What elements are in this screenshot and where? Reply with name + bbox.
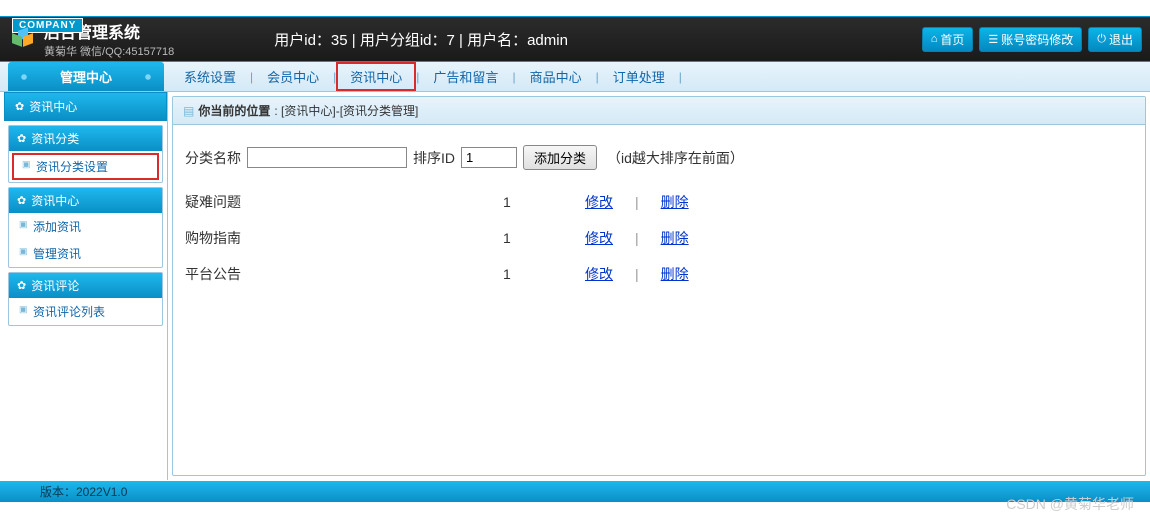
sidebar-section-info: ✿资讯中心 添加资讯 管理资讯 [8, 187, 163, 268]
sidebar-item-category-settings[interactable]: 资讯分类设置 [12, 153, 159, 180]
password-button[interactable]: ☰账号密码修改 [979, 27, 1082, 52]
nav-info-center[interactable]: 资讯中心 [336, 62, 416, 91]
watermark: CSDN @黄菊华老师 [1006, 494, 1134, 514]
sidebar-head-comments[interactable]: ✿资讯评论 [9, 273, 162, 298]
table-row: 购物指南 1 修改 | 删除 [173, 220, 1145, 256]
row-name: 购物指南 [185, 228, 503, 248]
logo-icon [12, 27, 36, 51]
row-sort: 1 [503, 194, 585, 210]
sidebar-top[interactable]: ✿资讯中心 [4, 92, 167, 121]
gear-icon: ✿ [17, 279, 26, 292]
nav-management-center[interactable]: 管理中心 [8, 62, 164, 91]
logout-button[interactable]: ⏻退出 [1088, 27, 1142, 52]
home-icon: ⌂ [931, 33, 938, 45]
table-row: 平台公告 1 修改 | 删除 [173, 256, 1145, 292]
delete-link[interactable]: 删除 [661, 264, 689, 284]
home-button[interactable]: ⌂首页 [922, 27, 974, 52]
sort-label: 排序ID [413, 148, 455, 168]
sidebar-head-info[interactable]: ✿资讯中心 [9, 188, 162, 213]
delete-link[interactable]: 删除 [661, 228, 689, 248]
sidebar: ✿资讯中心 ✿资讯分类 资讯分类设置 ✿资讯中心 添加资讯 管理资讯 ✿资讯评论… [4, 92, 168, 480]
main-content: ▤ 你当前的位置: [资讯中心]-[资讯分类管理] 分类名称 排序ID 添加分类… [168, 92, 1150, 480]
category-name-input[interactable] [247, 147, 407, 168]
sidebar-section-comments: ✿资讯评论 资讯评论列表 [8, 272, 163, 326]
sidebar-section-category: ✿资讯分类 资讯分类设置 [8, 125, 163, 183]
gear-icon: ✿ [15, 100, 24, 113]
nav-product-center[interactable]: 商品中心 [516, 67, 596, 86]
top-nav: 管理中心 系统设置| 会员中心| 资讯中心| 广告和留言| 商品中心| 订单处理… [0, 62, 1150, 92]
row-name: 疑难问题 [185, 192, 503, 212]
page-icon: ▤ [183, 104, 194, 118]
nav-member-center[interactable]: 会员中心 [253, 67, 333, 86]
nav-order-processing[interactable]: 订单处理 [599, 67, 679, 86]
list-icon: ☰ [988, 33, 998, 46]
edit-link[interactable]: 修改 [585, 264, 613, 284]
row-name: 平台公告 [185, 264, 503, 284]
sidebar-item-manage-info[interactable]: 管理资讯 [9, 240, 162, 267]
user-info: 用户id：35 | 用户分组id：7 | 用户名：admin [174, 29, 921, 50]
sidebar-head-category[interactable]: ✿资讯分类 [9, 126, 162, 151]
table-row: 疑难问题 1 修改 | 删除 [173, 184, 1145, 220]
gear-icon: ✿ [17, 132, 26, 145]
power-icon: ⏻ [1097, 33, 1106, 46]
nav-ads-messages[interactable]: 广告和留言 [419, 67, 512, 86]
sidebar-item-comment-list[interactable]: 资讯评论列表 [9, 298, 162, 325]
nav-system-settings[interactable]: 系统设置 [170, 67, 250, 86]
add-category-button[interactable]: 添加分类 [523, 145, 597, 170]
edit-link[interactable]: 修改 [585, 228, 613, 248]
footer: 版本：2022V1.0 [0, 480, 1150, 502]
sort-id-input[interactable] [461, 147, 517, 168]
gear-icon: ✿ [17, 194, 26, 207]
sort-hint: （id越大排序在前面） [607, 148, 744, 168]
breadcrumb: ▤ 你当前的位置: [资讯中心]-[资讯分类管理] [173, 97, 1145, 125]
sidebar-item-add-info[interactable]: 添加资讯 [9, 213, 162, 240]
add-category-form: 分类名称 排序ID 添加分类 （id越大排序在前面） [173, 125, 1145, 184]
row-sort: 1 [503, 266, 585, 282]
system-subtitle: 黄菊华 微信/QQ:45157718 [44, 43, 174, 59]
edit-link[interactable]: 修改 [585, 192, 613, 212]
name-label: 分类名称 [185, 148, 241, 168]
header-bar: 后台管理系统 黄菊华 微信/QQ:45157718 用户id：35 | 用户分组… [0, 16, 1150, 62]
row-sort: 1 [503, 230, 585, 246]
delete-link[interactable]: 删除 [661, 192, 689, 212]
